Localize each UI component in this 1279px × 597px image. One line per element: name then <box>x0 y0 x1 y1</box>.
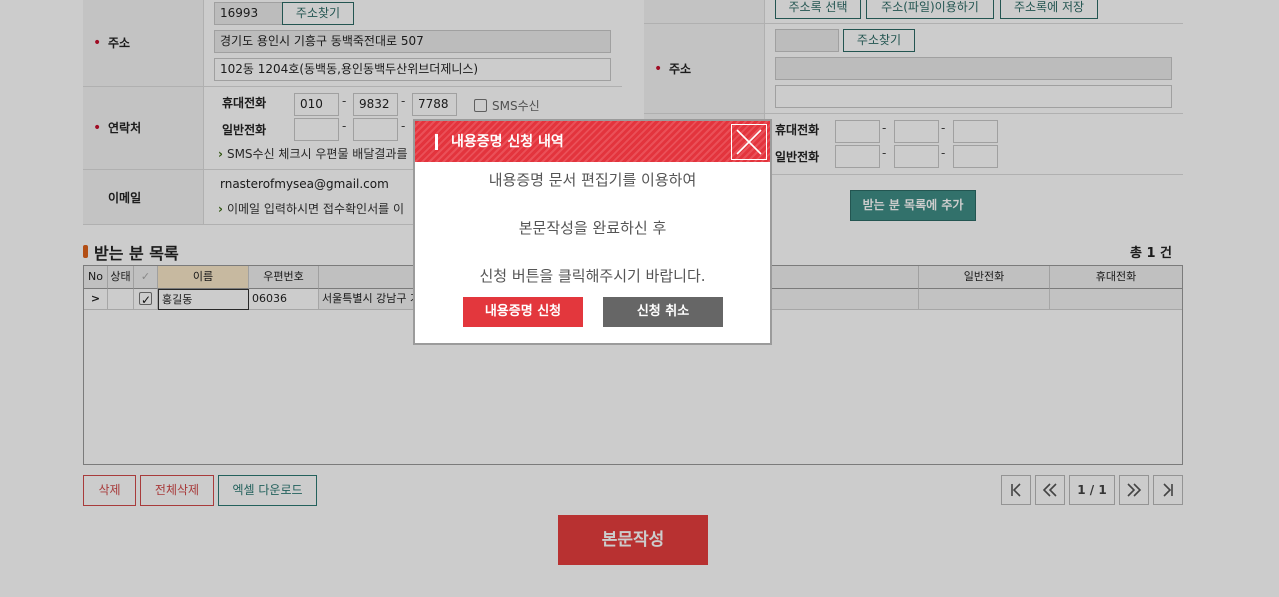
title-bar-icon <box>435 134 438 150</box>
modal-line-3: 신청 버튼을 클릭해주시기 바랍니다. <box>479 267 706 285</box>
close-button[interactable] <box>731 124 767 160</box>
close-icon <box>736 129 762 155</box>
modal-line-1: 내용증명 문서 편집기를 이용하여 <box>488 171 697 189</box>
modal-title: 내용증명 신청 내역 <box>451 134 564 150</box>
apply-button[interactable]: 내용증명 신청 <box>463 297 583 327</box>
cancel-button[interactable]: 신청 취소 <box>603 297 723 327</box>
modal-header: 내용증명 신청 내역 <box>415 121 770 162</box>
application-modal: 내용증명 신청 내역 내용증명 문서 편집기를 이용하여 본문작성을 완료하신 … <box>413 119 772 345</box>
modal-line-2: 본문작성을 완료하신 후 <box>518 219 667 237</box>
